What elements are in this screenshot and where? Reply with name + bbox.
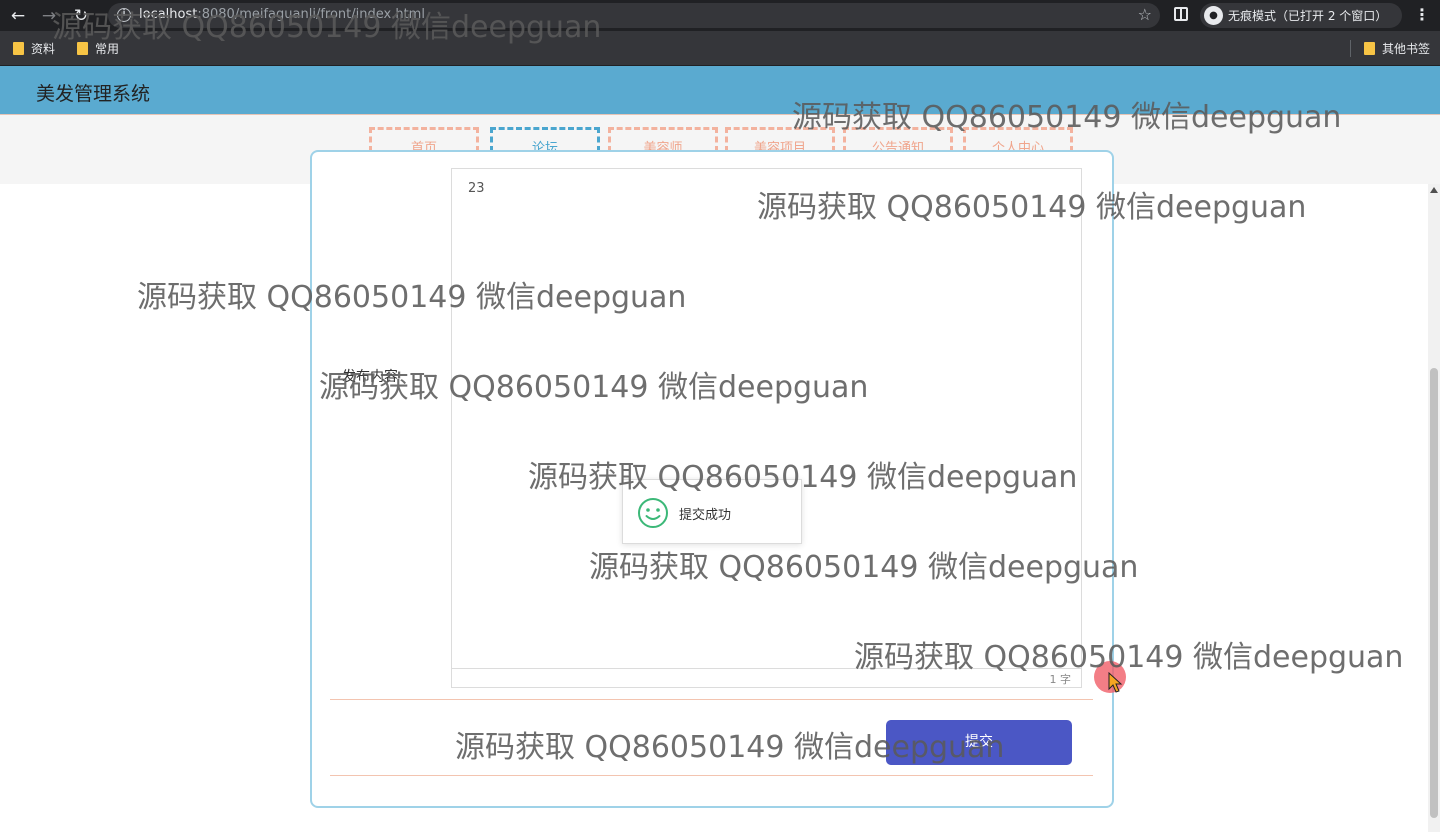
page-scrollbar[interactable] bbox=[1428, 184, 1440, 832]
incognito-icon: ● bbox=[1204, 6, 1223, 25]
watermark: 源码获取 QQ86050149 微信deepguan bbox=[319, 370, 869, 405]
watermark: 源码获取 QQ86050149 微信deepguan bbox=[757, 190, 1307, 225]
back-icon[interactable]: ← bbox=[7, 5, 29, 27]
watermark: 源码获取 QQ86050149 微信deepguan bbox=[528, 460, 1078, 495]
editor-text[interactable]: 23 bbox=[468, 181, 485, 196]
toast-message: 提交成功 bbox=[679, 508, 732, 523]
site-title: 美发管理系统 bbox=[36, 83, 151, 105]
side-panel-icon[interactable] bbox=[1174, 7, 1188, 21]
bookmark-folder[interactable]: 资料 bbox=[13, 40, 55, 57]
watermark: 源码获取 QQ86050149 微信deepguan bbox=[854, 640, 1404, 675]
scroll-up-arrow-icon[interactable] bbox=[1430, 187, 1438, 193]
scroll-thumb[interactable] bbox=[1430, 368, 1438, 818]
other-bookmarks[interactable]: 其他书签 bbox=[1364, 40, 1430, 57]
content-editor[interactable]: 23 1 字 bbox=[451, 168, 1082, 688]
watermark: 源码获取 QQ86050149 微信deepguan bbox=[792, 100, 1342, 135]
smile-icon bbox=[638, 498, 668, 528]
form-divider bbox=[330, 775, 1093, 776]
folder-icon bbox=[1364, 42, 1375, 55]
form-divider bbox=[330, 699, 1093, 700]
incognito-indicator[interactable]: ● 无痕模式（已打开 2 个窗口） bbox=[1200, 3, 1402, 28]
incognito-label: 无痕模式（已打开 2 个窗口） bbox=[1228, 9, 1388, 23]
bookmark-star-icon[interactable]: ☆ bbox=[1138, 5, 1152, 24]
watermark: 源码获取 QQ86050149 微信deepguan bbox=[455, 730, 1005, 765]
bookmarks-divider bbox=[1350, 40, 1351, 57]
watermark: 源码获取 QQ86050149 微信deepguan bbox=[52, 10, 602, 45]
watermark: 源码获取 QQ86050149 微信deepguan bbox=[137, 280, 687, 315]
folder-icon bbox=[13, 42, 24, 55]
browser-menu-icon[interactable]: ⋮ bbox=[1414, 5, 1430, 24]
watermark: 源码获取 QQ86050149 微信deepguan bbox=[589, 550, 1139, 585]
